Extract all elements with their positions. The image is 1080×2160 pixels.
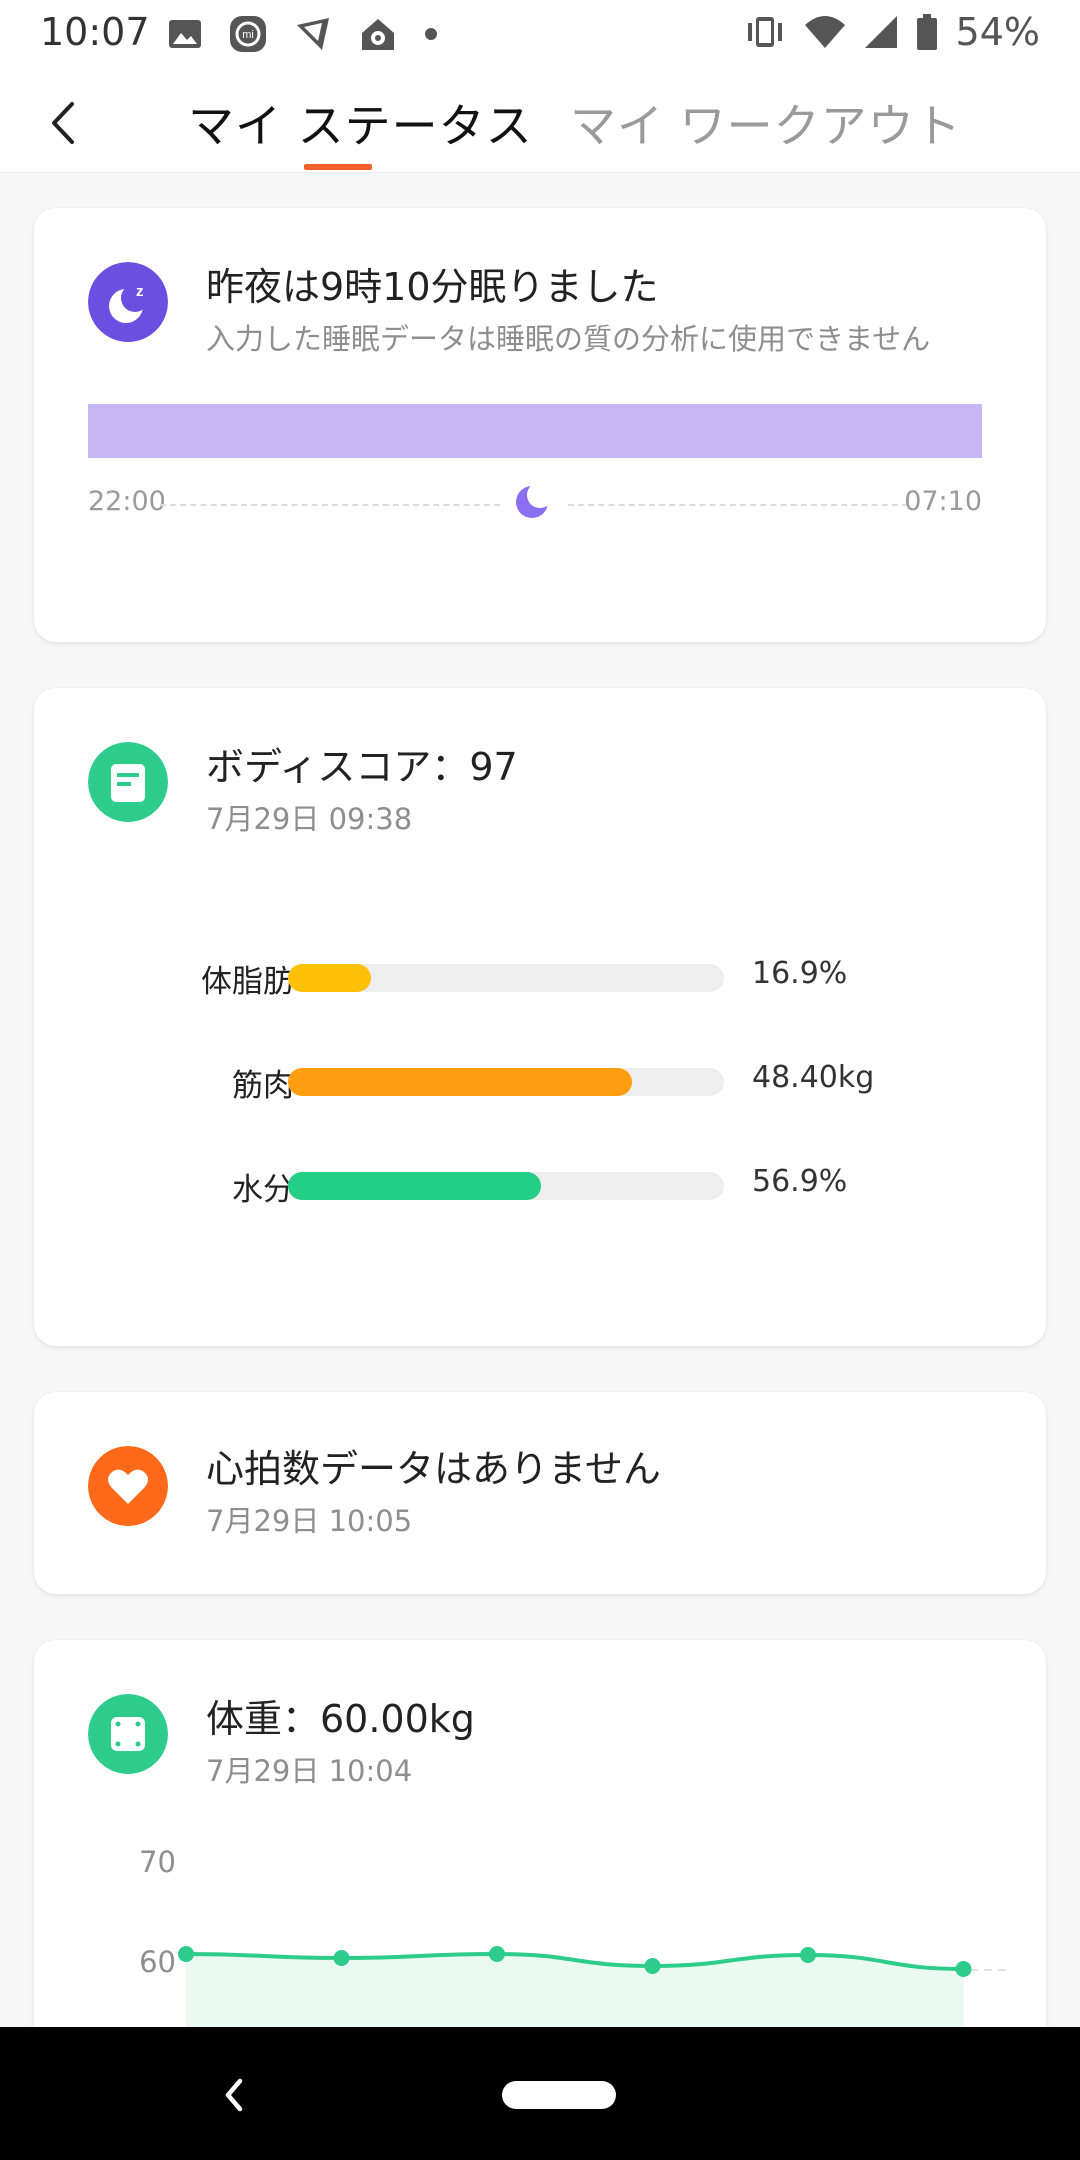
weight-date: 7月29日 10:04 [206, 1754, 413, 1788]
metric-row-body-fat: 体脂肪 16.9% [34, 954, 1046, 1000]
body-score-date: 7月29日 09:38 [206, 802, 413, 836]
system-icons: 54% [744, 10, 1040, 54]
document-icon [88, 742, 168, 822]
sleep-duration-bar [88, 404, 982, 458]
svg-text:z: z [136, 283, 144, 300]
header: マイ ステータス マイ ワークアウト [0, 68, 1080, 173]
vibrate-icon [747, 17, 782, 47]
sleep-subtitle: 入力した睡眠データは睡眠の質の分析に使用できません [206, 322, 931, 356]
tab-my-workout[interactable]: マイ ワークアウト [570, 90, 962, 156]
svg-text:mi: mi [242, 29, 254, 41]
weight-title: 体重：60.00kg [206, 1697, 475, 1741]
heart-rate-date: 7月29日 10:05 [206, 1504, 413, 1538]
metric-row-muscle: 筋肉 48.40kg [34, 1058, 1046, 1104]
metric-track [288, 1172, 724, 1200]
weight-point [333, 1950, 350, 1966]
image-icon [169, 20, 201, 48]
nav-home-pill[interactable] [502, 2081, 616, 2109]
tab-indicator [304, 164, 372, 170]
heart-rate-card[interactable]: 心拍数データはありません 7月29日 10:05 [34, 1392, 1046, 1594]
metric-fill [288, 1172, 541, 1200]
kite-icon [297, 18, 329, 50]
metric-fill [288, 1068, 633, 1096]
metric-track [288, 1068, 724, 1096]
sleep-timeline-left [160, 504, 500, 506]
tab-my-status[interactable]: マイ ステータス [188, 90, 533, 156]
weight-point [955, 1961, 972, 1977]
nav-back-icon[interactable] [222, 2075, 246, 2115]
body-score-card[interactable]: ボディスコア：97 7月29日 09:38 体脂肪 16.9% 筋肉 48.40… [34, 688, 1046, 1346]
dot-icon [425, 28, 437, 40]
body-score-title: ボディスコア：97 [206, 745, 518, 789]
status-bar: 10:07 mi 54% [0, 0, 1080, 68]
back-icon[interactable] [44, 98, 84, 148]
metric-row-water: 水分 56.9% [34, 1162, 1046, 1208]
metric-value: 56.9% [752, 1164, 848, 1199]
sleep-title: 昨夜は9時10分眠りました [206, 265, 659, 309]
weight-point [489, 1946, 505, 1962]
battery-level: 54% [955, 10, 1040, 54]
weight-point [800, 1947, 816, 1963]
navigation-bar [0, 2027, 1080, 2160]
signal-icon [864, 16, 897, 48]
metric-track [288, 964, 724, 992]
y-tick-label: 60 [139, 1945, 176, 1979]
sleep-end-time: 07:10 [904, 486, 982, 517]
metric-label: 体脂肪 [201, 964, 294, 1000]
heart-icon [88, 1446, 168, 1526]
metric-fill [288, 964, 371, 992]
metric-value: 16.9% [752, 956, 848, 991]
status-time: 10:07 [40, 10, 150, 54]
battery-icon [916, 14, 937, 50]
metric-value: 48.40kg [752, 1060, 875, 1095]
notification-icons: mi [168, 14, 438, 54]
y-tick-label: 70 [139, 1845, 176, 1879]
mi-icon: mi [230, 16, 266, 52]
weight-point [178, 1946, 194, 1962]
scale-icon [88, 1694, 168, 1774]
home-icon [362, 19, 394, 50]
sleep-card[interactable]: z 昨夜は9時10分眠りました 入力した睡眠データは睡眠の質の分析に使用できませ… [34, 208, 1046, 642]
wifi-icon [804, 16, 845, 48]
sleep-timeline-right [568, 504, 908, 506]
moon-icon [516, 484, 550, 518]
heart-rate-title: 心拍数データはありません [206, 1447, 661, 1491]
metric-label: 水分 [232, 1172, 294, 1208]
weight-point [644, 1958, 661, 1974]
metric-label: 筋肉 [232, 1068, 294, 1104]
sleep-start-time: 22:00 [88, 486, 166, 517]
sleep-icon: z [88, 262, 168, 342]
